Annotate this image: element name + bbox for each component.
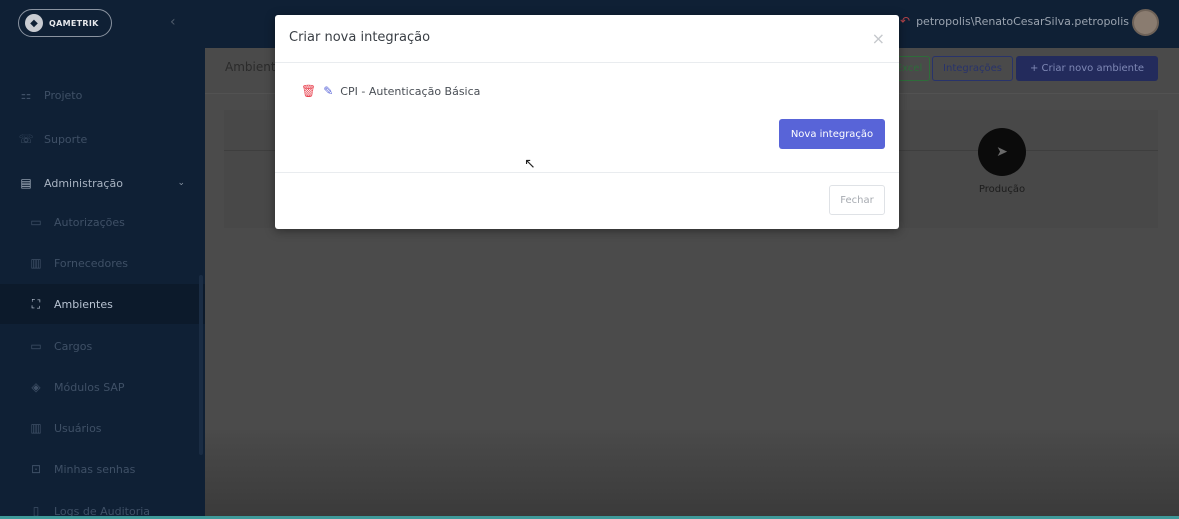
sidebar-item-suporte[interactable]: ☏ Suporte bbox=[0, 119, 205, 159]
list-item: 🗑 ✎ CPI - Autenticação Básica bbox=[301, 84, 480, 98]
mouse-cursor-icon: ↖ bbox=[524, 156, 536, 172]
new-integration-button[interactable]: Nova integração bbox=[779, 119, 885, 149]
building-icon: ▥ bbox=[30, 421, 42, 435]
sidebar-item-label: Projeto bbox=[44, 88, 83, 102]
sidebar-item-label: Suporte bbox=[44, 132, 88, 146]
chevron-down-icon: ⌄ bbox=[177, 178, 185, 188]
return-arrow-icon: ↶ bbox=[900, 14, 911, 28]
sitemap-icon: ⛶ bbox=[31, 296, 41, 311]
pencil-icon[interactable]: ✎ bbox=[323, 84, 333, 98]
brand-logo[interactable]: ◆ QAMETRIK bbox=[18, 9, 112, 37]
sidebar-item-ambientes[interactable]: ⛶ Ambientes bbox=[0, 284, 205, 324]
collapse-sidebar-icon[interactable]: ‹ bbox=[170, 14, 176, 30]
sidebar-item-label: Fornecedores bbox=[54, 256, 129, 270]
sidebar-item-modulos-sap[interactable]: ◈ Módulos SAP bbox=[0, 367, 205, 407]
sidebar: ◆ QAMETRIK ‹ ⚏ Projeto ☏ Suporte ▤ Admin… bbox=[0, 0, 205, 519]
sidebar-item-fornecedores[interactable]: ▥ Fornecedores bbox=[0, 243, 205, 283]
avatar[interactable] bbox=[1132, 9, 1159, 36]
sidebar-item-logs-auditoria[interactable]: ▯ Logs de Auditoria bbox=[0, 491, 205, 519]
sidebar-item-label: Ambientes bbox=[54, 297, 113, 311]
brand-name: QAMETRIK bbox=[49, 18, 99, 28]
user-menu[interactable]: ↶ petropolis\RenatoCesarSilva.petropolis bbox=[900, 14, 1129, 28]
close-icon[interactable]: × bbox=[872, 29, 885, 48]
project-icon: ⚏ bbox=[20, 88, 32, 102]
sidebar-item-usuarios[interactable]: ▥ Usuários bbox=[0, 408, 205, 448]
integrations-button[interactable]: Integrações bbox=[932, 56, 1013, 81]
lock-icon: ⊡ bbox=[30, 462, 42, 476]
environment-label: Produção bbox=[978, 184, 1026, 195]
diamond-icon: ◆ bbox=[25, 14, 43, 32]
rocket-icon[interactable]: ➤ bbox=[978, 128, 1026, 176]
integration-name: CPI - Autenticação Básica bbox=[340, 84, 481, 98]
sidebar-item-label: Cargos bbox=[54, 339, 93, 353]
sidebar-item-autorizacoes[interactable]: ▭ Autorizações bbox=[0, 202, 205, 242]
layers-icon: ◈ bbox=[31, 380, 41, 394]
modal-header: Criar nova integração × bbox=[275, 15, 899, 63]
page-background bbox=[205, 430, 1179, 519]
sidebar-item-label: Autorizações bbox=[54, 215, 125, 229]
modal-title: Criar nova integração bbox=[289, 30, 431, 45]
close-button[interactable]: Fechar bbox=[829, 185, 885, 215]
trash-icon[interactable]: 🗑 bbox=[301, 84, 316, 98]
sidebar-scrollbar[interactable] bbox=[199, 275, 203, 455]
sidebar-item-minhas-senhas[interactable]: ⊡ Minhas senhas bbox=[0, 449, 205, 489]
sidebar-item-label: Minhas senhas bbox=[54, 462, 136, 476]
sidebar-item-projeto[interactable]: ⚏ Projeto bbox=[0, 75, 205, 115]
folder-icon: ▭ bbox=[30, 215, 42, 229]
modal-footer-divider bbox=[275, 172, 899, 173]
sidebar-item-label: Módulos SAP bbox=[54, 380, 125, 394]
user-name: petropolis\RenatoCesarSilva.petropolis bbox=[916, 14, 1129, 28]
sidebar-item-label: Administração bbox=[44, 176, 123, 190]
sidebar-item-administracao[interactable]: ▤ Administração ⌄ bbox=[0, 163, 205, 203]
building-icon: ▥ bbox=[30, 256, 42, 270]
sidebar-item-cargos[interactable]: ▭ Cargos bbox=[0, 326, 205, 366]
create-environment-button[interactable]: + Criar novo ambiente bbox=[1016, 56, 1158, 81]
sidebar-item-label: Usuários bbox=[54, 421, 102, 435]
folder-icon: ▭ bbox=[30, 339, 42, 353]
admin-icon: ▤ bbox=[20, 176, 32, 190]
integration-modal: Criar nova integração × 🗑 ✎ CPI - Autent… bbox=[275, 15, 899, 229]
support-icon: ☏ bbox=[18, 132, 34, 146]
